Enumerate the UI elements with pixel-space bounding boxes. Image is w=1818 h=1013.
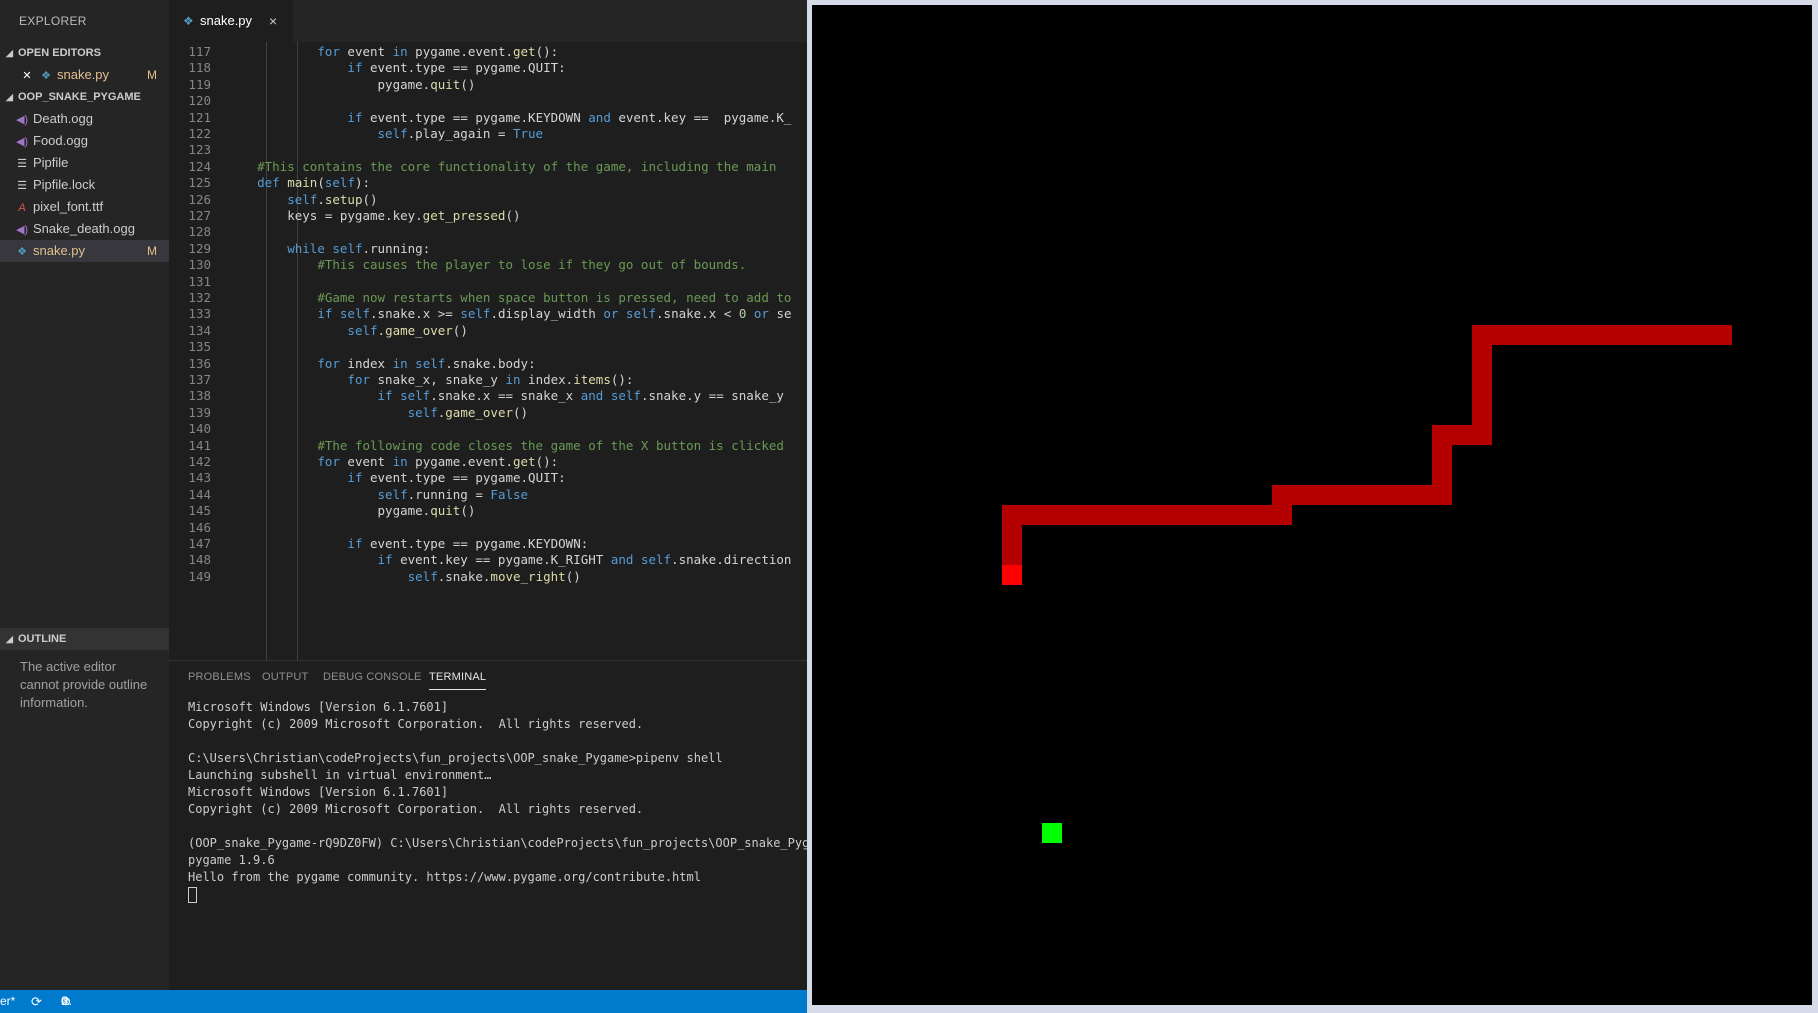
tab-output[interactable]: OUTPUT — [262, 671, 308, 683]
file-item-snake-death-ogg[interactable]: ◀) Snake_death.ogg — [0, 218, 169, 240]
snake-segment — [1472, 325, 1732, 345]
game-canvas[interactable] — [812, 5, 1812, 1005]
tab-snake-py[interactable]: ❖ snake.py × — [169, 0, 293, 42]
audio-icon: ◀) — [15, 114, 29, 126]
open-editor-item-snake-py[interactable]: ✕ ❖ snake.py M — [0, 64, 169, 86]
line-number: 149 — [188, 568, 211, 584]
terminal[interactable]: Microsoft Windows [Version 6.1.7601] Copy… — [188, 699, 807, 903]
bottom-panel: PROBLEMS OUTPUT DEBUG CONSOLE TERMINAL M… — [169, 660, 807, 991]
file-item-pipfile-lock[interactable]: ☰ Pipfile.lock — [0, 174, 169, 196]
chevron-down-icon: ◢ — [6, 92, 13, 102]
terminal-line: Microsoft Windows [Version 6.1.7601] — [188, 785, 449, 799]
file-item-snake-py[interactable]: ❖ snake.py M — [0, 240, 169, 262]
tab-label: snake.py — [200, 13, 253, 28]
python-icon: ❖ — [41, 70, 51, 82]
open-editor-label: snake.py — [57, 67, 110, 82]
terminal-prompt[interactable] — [188, 886, 807, 903]
code-editor[interactable]: 117 for event in pygame.event.get(): 118 … — [169, 42, 807, 660]
outline-message: The active editor cannot provide outline… — [20, 659, 148, 710]
close-icon[interactable]: ✕ — [19, 65, 35, 87]
sync-icon[interactable]: ⟳ — [31, 990, 42, 1013]
file-item-pixel-font[interactable]: Apixel_font.ttf — [0, 196, 169, 218]
terminal-line: pygame 1.9.6 — [188, 853, 275, 867]
snake-segment — [1002, 505, 1292, 525]
close-icon[interactable]: × — [269, 0, 277, 42]
editor-tab-bar: ❖ snake.py × — [169, 0, 807, 42]
tab-terminal[interactable]: TERMINAL — [429, 671, 487, 690]
tab-debug-console[interactable]: DEBUG CONSOLE — [323, 671, 422, 683]
code-line: 149 self.snake.move_right() — [169, 567, 807, 586]
python-icon: ❖ — [17, 246, 27, 258]
food-pellet — [1042, 823, 1062, 843]
tab-problems[interactable]: PROBLEMS — [188, 671, 251, 683]
python-icon: ❖ — [183, 14, 194, 28]
modified-badge: M — [147, 244, 157, 258]
chevron-down-icon: ◢ — [6, 634, 13, 644]
file-item-food-ogg[interactable]: ◀) Food.ogg — [0, 130, 169, 152]
outline-header[interactable]: ◢ OUTLINE — [0, 628, 175, 650]
explorer-sidebar: EXPLORER ◢ OPEN EDITORS ✕ ❖ snake.py M ◢ OOP… — [0, 0, 175, 990]
font-icon: A — [18, 202, 26, 214]
terminal-line: Microsoft Windows [Version 6.1.7601] — [188, 700, 449, 714]
terminal-line: C:\Users\Christian\codeProjects\fun_proj… — [188, 751, 723, 765]
branch-indicator[interactable]: er* — [0, 990, 15, 1013]
terminal-line: Hello from the pygame community. https:/… — [188, 870, 701, 884]
file-lines-icon: ☰ — [17, 180, 27, 192]
chevron-down-icon: ◢ — [6, 48, 13, 58]
file-item-pipfile[interactable]: ☰ Pipfile — [0, 152, 169, 174]
open-editors-header[interactable]: ◢ OPEN EDITORS — [0, 42, 169, 64]
panel-tabs: PROBLEMS OUTPUT DEBUG CONSOLE TERMINAL — [169, 661, 807, 695]
terminal-line: Launching subshell in virtual environmen… — [188, 768, 492, 782]
code-text: self.snake.move_right() — [407, 568, 581, 584]
terminal-line: (OOP_snake_Pygame-rQ9DZ0FW) C:\Users\Chr… — [188, 836, 807, 850]
explorer-title: EXPLORER — [19, 14, 87, 28]
status-bar: er* ⟳ ⊗ 0 ⚠ 0 — [0, 990, 807, 1013]
file-lines-icon: ☰ — [17, 158, 27, 170]
project-header[interactable]: ◢ OOP_SNAKE_PYGAME — [0, 86, 169, 108]
modified-badge: M — [147, 68, 157, 82]
terminal-line: Copyright (c) 2009 Microsoft Corporation… — [188, 717, 644, 731]
file-item-death-ogg[interactable]: ◀) Death.ogg — [0, 108, 169, 130]
snake-segment — [1272, 485, 1452, 505]
snake-head — [1002, 565, 1022, 585]
audio-icon: ◀) — [15, 224, 29, 236]
terminal-output: Microsoft Windows [Version 6.1.7601] Copy… — [188, 699, 807, 886]
terminal-line: Copyright (c) 2009 Microsoft Corporation… — [188, 802, 644, 816]
terminal-cursor — [188, 886, 197, 903]
audio-icon: ◀) — [15, 136, 29, 148]
game-window — [807, 0, 1818, 1013]
